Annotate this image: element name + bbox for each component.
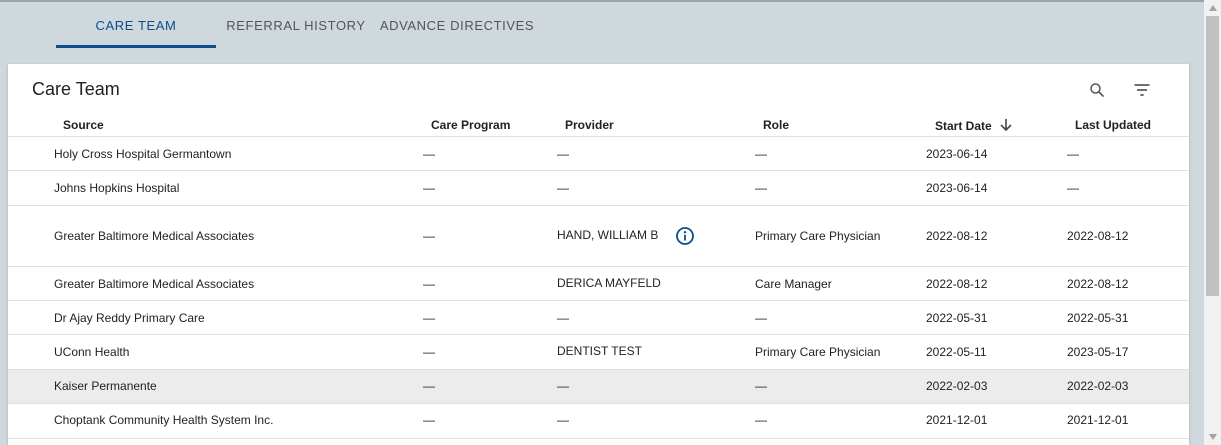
- arrow-down-icon: [1000, 119, 1012, 132]
- cell-start-date: 2023-06-14: [926, 181, 988, 195]
- triangle-down-icon: [1208, 434, 1217, 440]
- tab-care-team[interactable]: CARE TEAM: [56, 2, 216, 48]
- tab-bar: CARE TEAM REFERRAL HISTORY ADVANCE DIREC…: [0, 0, 1204, 48]
- search-button[interactable]: [1085, 78, 1109, 102]
- cell-last-updated: —: [1067, 181, 1079, 195]
- cell-provider: DENTIST TEST: [557, 344, 642, 358]
- cell-role: —: [755, 147, 767, 161]
- cell-start-date: 2022-05-11: [926, 345, 987, 359]
- cell-provider: DERICA MAYFELD: [557, 276, 661, 290]
- cell-source: UConn Health: [54, 345, 130, 359]
- cell-role: —: [755, 311, 767, 325]
- table-header: Source Care Program Provider Role Start …: [8, 114, 1189, 137]
- cell-care-program: —: [423, 147, 435, 161]
- cell-provider: —: [557, 181, 569, 195]
- table-row[interactable]: Johns Hopkins Hospital — — — 2023-06-14 …: [8, 171, 1189, 206]
- cell-provider: —: [557, 311, 569, 325]
- cell-source: Dr Ajay Reddy Primary Care: [54, 311, 205, 325]
- cell-source: Kaiser Permanente: [54, 379, 157, 393]
- table-row[interactable]: Holy Cross Hospital Germantown — — — 202…: [8, 137, 1189, 171]
- cell-provider: —: [557, 379, 569, 393]
- cell-care-program: —: [423, 345, 435, 359]
- table-row[interactable]: Kaiser Permanente — — — 2022-02-03 2022-…: [8, 370, 1189, 404]
- cell-provider: —: [557, 147, 569, 161]
- info-icon: [676, 227, 694, 245]
- column-header-last-updated[interactable]: Last Updated: [1075, 118, 1151, 132]
- cell-provider: HAND, WILLIAM B: [557, 228, 659, 242]
- scrollbar-thumb[interactable]: [1206, 16, 1219, 296]
- search-icon: [1090, 83, 1104, 97]
- cell-source: Greater Baltimore Medical Associates: [54, 277, 255, 291]
- tab-referral-history[interactable]: REFERRAL HISTORY: [216, 2, 376, 48]
- cell-care-program: —: [423, 311, 435, 325]
- cell-role: Primary Care Physician: [755, 345, 881, 359]
- filter-button[interactable]: [1130, 78, 1154, 102]
- triangle-up-icon: [1208, 5, 1217, 11]
- cell-source: Holy Cross Hospital Germantown: [54, 147, 232, 161]
- cell-role: Primary Care Physician: [755, 229, 881, 243]
- column-header-care-program[interactable]: Care Program: [431, 118, 510, 132]
- column-header-provider[interactable]: Provider: [565, 118, 614, 132]
- cell-last-updated: 2022-08-12: [1067, 229, 1129, 243]
- cell-source: Johns Hopkins Hospital: [54, 181, 180, 195]
- cell-start-date: 2023-06-14: [926, 147, 988, 161]
- cell-start-date: 2022-02-03: [926, 379, 988, 393]
- cell-source: Choptank Community Health System Inc.: [54, 413, 274, 427]
- column-header-role[interactable]: Role: [763, 118, 789, 132]
- cell-care-program: —: [423, 181, 435, 195]
- cell-last-updated: 2021-12-01: [1067, 413, 1129, 427]
- cell-care-program: —: [423, 379, 435, 393]
- start-date-header-label: Start Date: [935, 119, 992, 133]
- cell-start-date: 2022-08-12: [926, 229, 988, 243]
- scroll-up-button[interactable]: [1204, 0, 1221, 16]
- cell-last-updated: 2022-02-03: [1067, 379, 1129, 393]
- cell-last-updated: 2022-08-12: [1067, 277, 1129, 291]
- cell-role: —: [755, 413, 767, 427]
- page-scrollbar[interactable]: [1204, 0, 1221, 445]
- scroll-down-button[interactable]: [1204, 429, 1221, 445]
- cell-source: Greater Baltimore Medical Associates: [54, 229, 255, 243]
- column-header-start-date[interactable]: Start Date: [935, 118, 1013, 133]
- cell-role: —: [755, 181, 767, 195]
- table-row[interactable]: Dr Ajay Reddy Primary Care — — — 2022-05…: [8, 301, 1189, 335]
- card-title: Care Team: [32, 79, 120, 99]
- cell-last-updated: 2023-05-17: [1067, 345, 1129, 359]
- cell-role: Care Manager: [755, 277, 832, 291]
- cell-role: —: [755, 379, 767, 393]
- table-row[interactable]: Greater Baltimore Medical Associates — H…: [8, 206, 1189, 267]
- cell-start-date: 2022-08-12: [926, 277, 988, 291]
- table-row[interactable]: UConn Health — DENTIST TEST Primary Care…: [8, 335, 1189, 370]
- care-team-card: Care Team Source Care Program Provider R…: [8, 64, 1189, 445]
- cell-last-updated: 2022-05-31: [1067, 311, 1129, 325]
- cell-care-program: —: [423, 277, 435, 291]
- cell-start-date: 2021-12-01: [926, 413, 988, 427]
- cell-last-updated: —: [1067, 147, 1079, 161]
- tab-advance-directives[interactable]: ADVANCE DIRECTIVES: [376, 2, 538, 48]
- cell-provider: —: [557, 413, 569, 427]
- active-tab-indicator: [56, 45, 216, 48]
- table-row[interactable]: Greater Baltimore Medical Associates — D…: [8, 267, 1189, 301]
- provider-info-button[interactable]: [675, 226, 695, 246]
- cell-care-program: —: [423, 413, 435, 427]
- filter-icon: [1134, 84, 1150, 96]
- column-header-source[interactable]: Source: [63, 118, 104, 132]
- cell-care-program: —: [423, 229, 435, 243]
- table-row[interactable]: Choptank Community Health System Inc. — …: [8, 404, 1189, 439]
- cell-start-date: 2022-05-31: [926, 311, 988, 325]
